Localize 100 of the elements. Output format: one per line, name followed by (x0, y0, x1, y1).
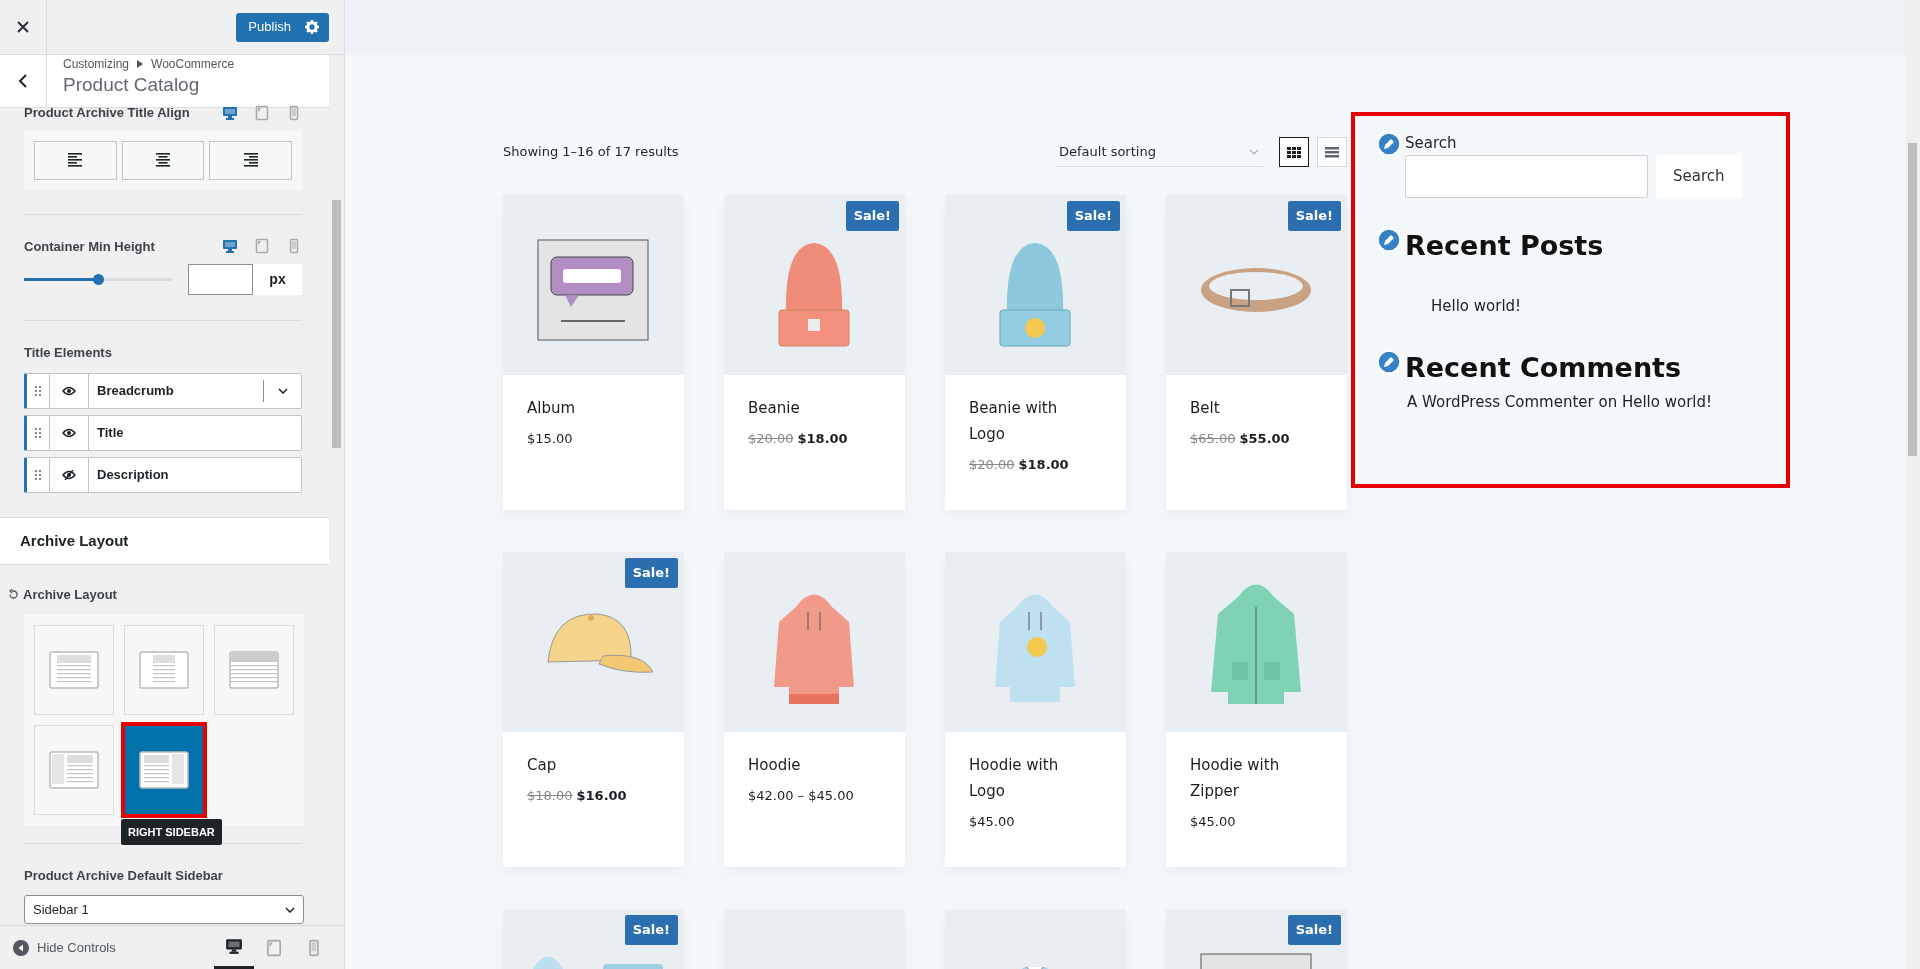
layout-option[interactable] (124, 724, 204, 815)
product-card[interactable]: Hoodie with Logo $45.00 (945, 552, 1126, 867)
product-card[interactable]: Sale! Belt $65.00 $55.00 (1166, 195, 1347, 510)
search-label: Search (1405, 133, 1458, 154)
list-icon (1325, 146, 1339, 158)
triangle-right-icon (137, 60, 144, 68)
reset-icon[interactable] (8, 589, 19, 601)
product-title[interactable]: Album (527, 395, 660, 421)
sale-label: Sale! (624, 915, 678, 945)
edit-pencil-icon[interactable] (1377, 132, 1401, 156)
view-toggle[interactable] (1279, 137, 1309, 167)
comment-text: A WordPress Commenter on Hello world! (1407, 391, 1714, 413)
slider-thumb[interactable] (93, 274, 104, 285)
old-price: $20.00 (748, 430, 794, 448)
layout-leftsidebar-icon (49, 750, 99, 789)
layout-narrow-icon (139, 650, 189, 689)
old-price: $20.00 (969, 456, 1015, 474)
edit-pencil-icon[interactable] (1377, 349, 1401, 374)
item-label: Title (97, 423, 124, 442)
control-label: Title Elements (24, 344, 113, 362)
sortable-item[interactable]: Description (24, 456, 302, 493)
product-price: $45.00 (969, 813, 1015, 831)
collapse-icon (13, 939, 29, 956)
product-price: $15.00 (527, 430, 573, 448)
product-title[interactable]: Beanie (748, 395, 881, 421)
tablet-icon[interactable] (254, 104, 270, 121)
sale-label: Sale! (1287, 915, 1341, 945)
layout-fullwidth-icon (229, 650, 279, 689)
drag-handle-icon[interactable] (35, 469, 41, 480)
chevron-left-icon (18, 73, 28, 89)
widget-title: Recent Posts (1405, 228, 1604, 263)
sale-label: Sale! (624, 558, 678, 588)
control-label: Product Archive Title Align (24, 104, 190, 122)
align-button[interactable] (34, 140, 117, 180)
product-price: $16.00 (576, 787, 627, 805)
control-label: Archive Layout (23, 586, 117, 604)
layout-normal-icon (49, 650, 99, 689)
hide-controls-button[interactable]: Hide Controls (13, 937, 214, 958)
item-label: Description (97, 465, 169, 484)
chevron-down-icon (285, 906, 295, 913)
sortable-item[interactable]: Title (24, 414, 302, 451)
product-title[interactable]: Hoodie with Logo (969, 752, 1102, 804)
product-card[interactable]: Sale! Cap $18.00 $16.00 (503, 552, 684, 867)
tooltip: RIGHT SIDEBAR (121, 818, 222, 845)
product-price: $18.00 (1018, 456, 1069, 474)
align-left-icon (68, 153, 83, 167)
sorting-select[interactable]: Default sorting (1055, 137, 1263, 167)
number-field[interactable] (188, 264, 253, 295)
post-link[interactable]: Hello world! (1431, 294, 1522, 318)
product-title[interactable]: Cap (527, 752, 660, 778)
drag-handle-icon[interactable] (35, 385, 41, 396)
align-button[interactable] (121, 140, 205, 180)
product-card[interactable]: Album $15.00 (503, 195, 684, 510)
control-label: Container Min Height (24, 237, 155, 256)
grid-icon (1287, 146, 1301, 158)
drag-handle-icon[interactable] (35, 427, 41, 438)
product-title[interactable]: Belt (1190, 395, 1323, 421)
eye-icon[interactable] (62, 385, 76, 396)
close-icon (16, 20, 30, 34)
align-right-icon (243, 153, 258, 167)
eye-icon[interactable] (62, 427, 76, 438)
scrollbar[interactable] (1905, 0, 1920, 969)
product-title[interactable]: Hoodie (748, 752, 881, 778)
product-price: $55.00 (1239, 430, 1290, 448)
product-card[interactable]: Hoodie $42.00 – $45.00 (724, 552, 905, 867)
chevron-down-icon (1249, 148, 1259, 155)
layout-rightsidebar-icon (139, 750, 189, 789)
product-price: $18.00 (797, 430, 848, 448)
sale-label: Sale! (1066, 201, 1120, 231)
search-field[interactable] (1405, 154, 1648, 198)
chevron-down-icon (277, 387, 288, 394)
sale-label: Sale! (1287, 201, 1341, 231)
item-label: Breadcrumb (97, 381, 174, 400)
edit-pencil-icon[interactable] (1377, 227, 1401, 252)
control-label: Product Archive Default Sidebar (24, 866, 224, 885)
old-price: $65.00 (1190, 430, 1236, 448)
product-card[interactable]: Hoodie with Zipper $45.00 (1166, 552, 1347, 867)
product-price: $45.00 (1190, 813, 1236, 831)
product-title[interactable]: Beanie with Logo (969, 395, 1102, 447)
product-card[interactable]: Sale! Beanie $20.00 $18.00 (724, 195, 905, 510)
old-price: $18.00 (527, 787, 573, 805)
align-button[interactable] (209, 140, 292, 180)
gear-icon[interactable] (305, 20, 319, 34)
product-title[interactable]: Hoodie with Zipper (1190, 752, 1323, 804)
unit-label: px (253, 264, 302, 295)
sidebar-select[interactable]: Sidebar 1 (24, 895, 304, 924)
breadcrumb-text: Customizing (63, 58, 130, 70)
sortable-item[interactable]: Breadcrumb (24, 372, 302, 409)
tablet-icon[interactable] (254, 238, 270, 255)
product-price: $42.00 – $45.00 (748, 787, 854, 805)
widget-title: Recent Comments (1405, 350, 1682, 385)
section-title: Product Catalog (63, 74, 201, 97)
breadcrumb-text: WooCommerce (151, 58, 235, 70)
tablet-icon[interactable] (265, 938, 283, 957)
product-card[interactable]: Sale! Beanie with Logo $20.00 $18.00 (945, 195, 1126, 510)
search-button[interactable]: Search (1656, 154, 1742, 198)
section-heading: Archive Layout (0, 516, 330, 565)
eye-slash-icon[interactable] (62, 469, 76, 480)
publish-button[interactable]: Publish (236, 12, 329, 42)
desktop-icon[interactable] (225, 936, 243, 955)
